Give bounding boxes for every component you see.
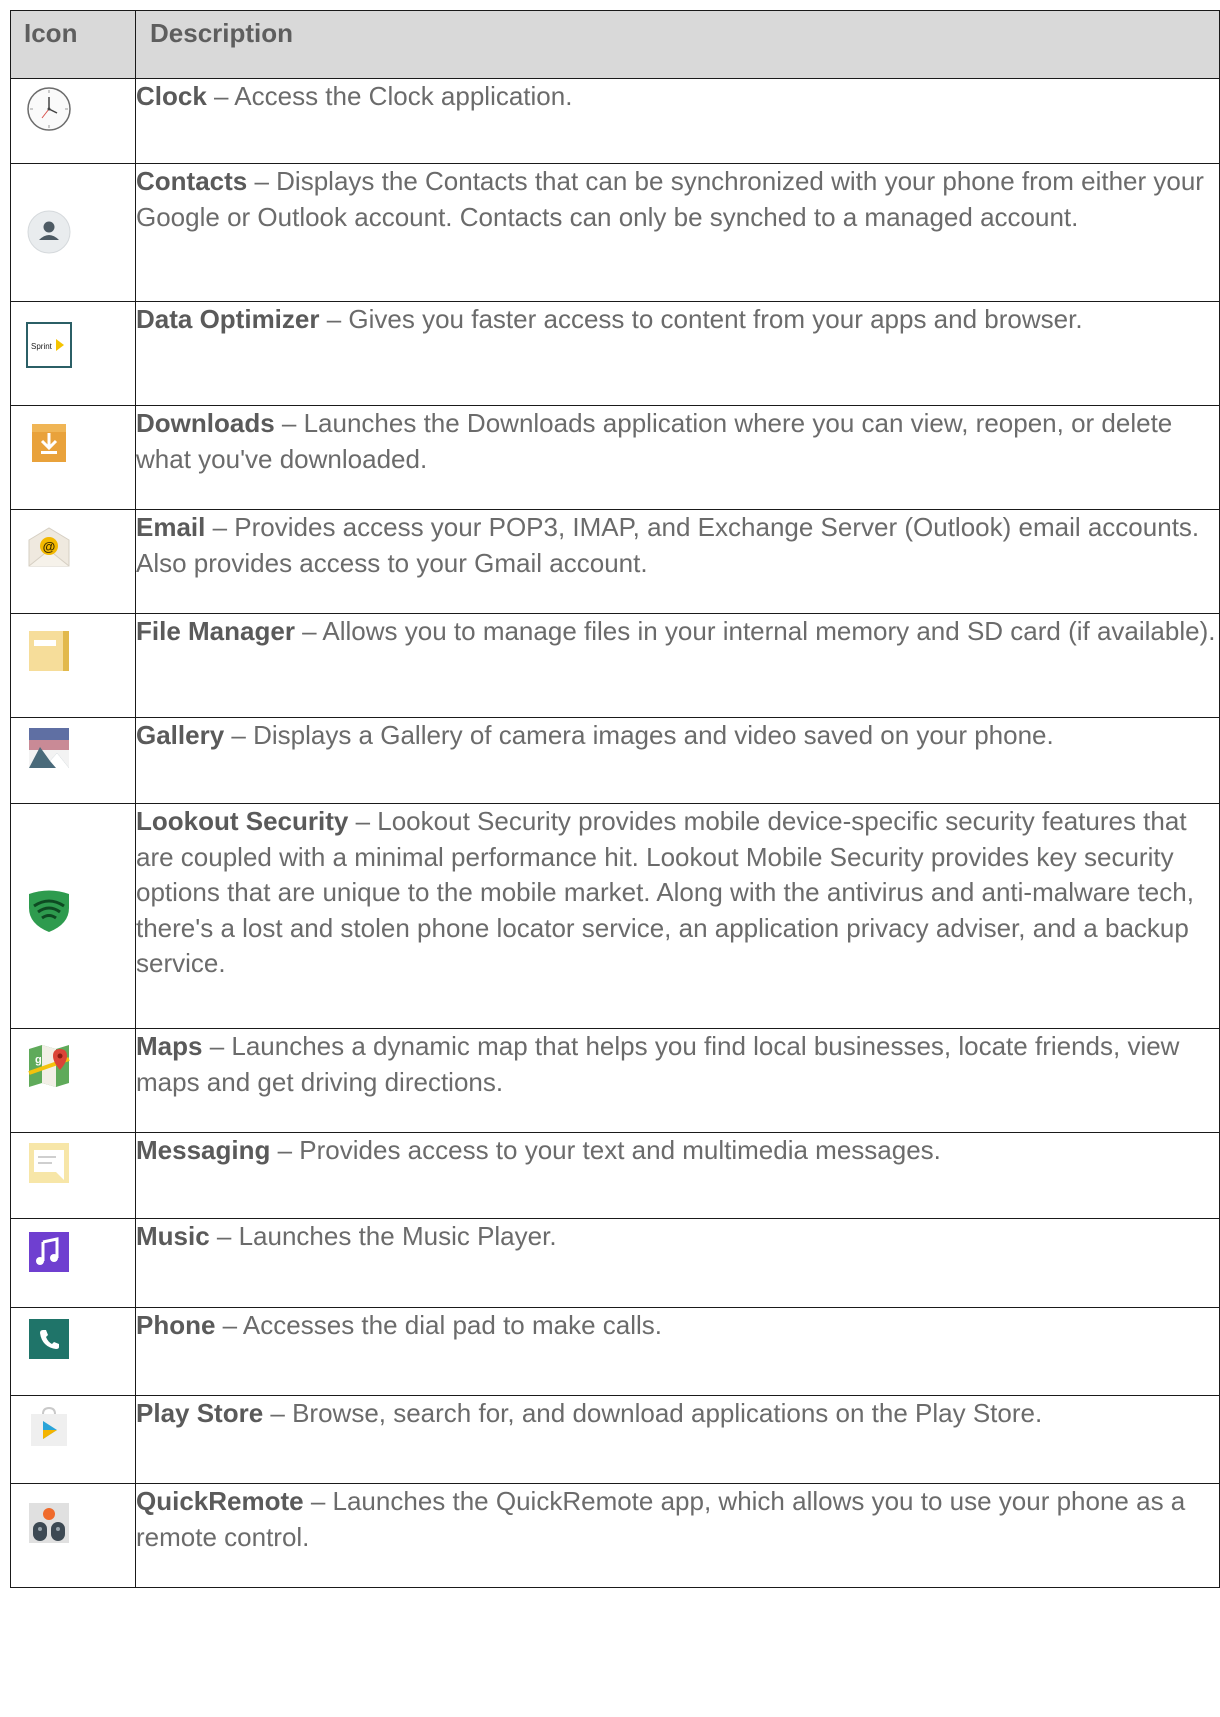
- row-description: – Launches the Downloads application whe…: [136, 408, 1173, 474]
- table-row: QuickRemote – Launches the QuickRemote a…: [10, 1483, 1220, 1588]
- row-description: – Browse, search for, and download appli…: [263, 1398, 1043, 1428]
- icon-cell: Sprint: [10, 301, 136, 406]
- table-row: Phone – Accesses the dial pad to make ca…: [10, 1307, 1220, 1396]
- row-title: Maps: [136, 1031, 203, 1061]
- table-row: Music – Launches the Music Player.: [10, 1218, 1220, 1308]
- messaging-icon: [29, 1143, 69, 1183]
- svg-text:g: g: [35, 1054, 42, 1066]
- row-title: Phone: [136, 1310, 216, 1340]
- description-cell: Lookout Security – Lookout Security prov…: [135, 803, 1220, 1029]
- play-store-icon: [31, 1406, 67, 1446]
- table-row: File Manager – Allows you to manage file…: [10, 613, 1220, 718]
- sprint-data-optimizer-icon: Sprint: [26, 322, 72, 368]
- row-title: Lookout Security: [136, 806, 349, 836]
- row-description: – Launches a dynamic map that helps you …: [136, 1031, 1180, 1097]
- description-cell: Email – Provides access your POP3, IMAP,…: [135, 509, 1220, 614]
- gallery-icon: [29, 728, 69, 768]
- description-cell: Maps – Launches a dynamic map that helps…: [135, 1028, 1220, 1133]
- description-cell: Play Store – Browse, search for, and dow…: [135, 1395, 1220, 1484]
- row-title: Music: [136, 1221, 210, 1251]
- description-cell: Contacts – Displays the Contacts that ca…: [135, 163, 1220, 302]
- icon-cell: [10, 1395, 136, 1484]
- table-row: @ Email – Provides access your POP3, IMA…: [10, 509, 1220, 614]
- table-row: Sprint Data Optimizer – Gives you faster…: [10, 301, 1220, 406]
- quickremote-icon: [29, 1503, 69, 1543]
- row-title: Messaging: [136, 1135, 271, 1165]
- icon-cell: [10, 78, 136, 164]
- email-icon: @: [28, 527, 70, 567]
- contacts-icon: [27, 210, 71, 254]
- icon-cell: [10, 803, 136, 1029]
- icon-cell: [10, 405, 136, 510]
- table-row: Messaging – Provides access to your text…: [10, 1132, 1220, 1219]
- maps-icon: g: [28, 1045, 70, 1087]
- header-icon: Icon: [10, 10, 136, 79]
- header-description-label: Description: [150, 18, 294, 48]
- description-cell: Messaging – Provides access to your text…: [135, 1132, 1220, 1219]
- table-row: Play Store – Browse, search for, and dow…: [10, 1395, 1220, 1484]
- app-icon-table: Icon Description Clock – Access the Cloc…: [10, 10, 1220, 1588]
- row-title: Data Optimizer: [136, 304, 320, 334]
- email-at-symbol: @: [43, 539, 56, 554]
- row-description: – Provides access your POP3, IMAP, and E…: [136, 512, 1200, 578]
- table-header-row: Icon Description: [10, 10, 1220, 79]
- row-description: – Gives you faster access to content fro…: [319, 304, 1083, 334]
- icon-cell: [10, 163, 136, 302]
- lookout-shield-icon: [29, 890, 69, 932]
- row-description: – Access the Clock application.: [206, 81, 573, 111]
- row-title: Downloads: [136, 408, 275, 438]
- folder-icon: [29, 631, 69, 671]
- row-description: – Allows you to manage files in your int…: [294, 616, 1216, 646]
- description-cell: Clock – Access the Clock application.: [135, 78, 1220, 164]
- row-title: File Manager: [136, 616, 295, 646]
- table-row: Lookout Security – Lookout Security prov…: [10, 803, 1220, 1029]
- table-row: Clock – Access the Clock application.: [10, 78, 1220, 164]
- row-description: – Displays a Gallery of camera images an…: [224, 720, 1054, 750]
- clock-icon: [27, 87, 71, 131]
- phone-icon: [29, 1319, 69, 1359]
- row-description: – Accesses the dial pad to make calls.: [215, 1310, 663, 1340]
- row-title: Gallery: [136, 720, 225, 750]
- icon-cell: [10, 1218, 136, 1308]
- icon-cell: @: [10, 509, 136, 614]
- row-title: Clock: [136, 81, 207, 111]
- icon-cell: [10, 1483, 136, 1588]
- row-title: QuickRemote: [136, 1486, 304, 1516]
- sprint-logo-text: Sprint: [31, 342, 53, 351]
- icon-cell: [10, 613, 136, 718]
- table-row: Contacts – Displays the Contacts that ca…: [10, 163, 1220, 302]
- row-description: – Displays the Contacts that can be sync…: [136, 166, 1204, 232]
- description-cell: File Manager – Allows you to manage file…: [135, 613, 1220, 718]
- icon-cell: [10, 717, 136, 804]
- row-title: Email: [136, 512, 206, 542]
- table-row: Downloads – Launches the Downloads appli…: [10, 405, 1220, 510]
- description-cell: QuickRemote – Launches the QuickRemote a…: [135, 1483, 1220, 1588]
- description-cell: Gallery – Displays a Gallery of camera i…: [135, 717, 1220, 804]
- row-title: Play Store: [136, 1398, 264, 1428]
- icon-cell: [10, 1307, 136, 1396]
- icon-cell: [10, 1132, 136, 1219]
- row-description: – Provides access to your text and multi…: [270, 1135, 941, 1165]
- description-cell: Downloads – Launches the Downloads appli…: [135, 405, 1220, 510]
- row-title: Contacts: [136, 166, 248, 196]
- music-icon: [29, 1232, 69, 1272]
- description-cell: Phone – Accesses the dial pad to make ca…: [135, 1307, 1220, 1396]
- description-cell: Music – Launches the Music Player.: [135, 1218, 1220, 1308]
- header-icon-label: Icon: [24, 18, 78, 48]
- icon-cell: g: [10, 1028, 136, 1133]
- table-row: Gallery – Displays a Gallery of camera i…: [10, 717, 1220, 804]
- table-row: g Maps – Launches a dynamic map that hel…: [10, 1028, 1220, 1133]
- description-cell: Data Optimizer – Gives you faster access…: [135, 301, 1220, 406]
- header-description: Description: [135, 10, 1220, 79]
- row-description: – Launches the Music Player.: [209, 1221, 557, 1251]
- downloads-icon: [32, 424, 66, 462]
